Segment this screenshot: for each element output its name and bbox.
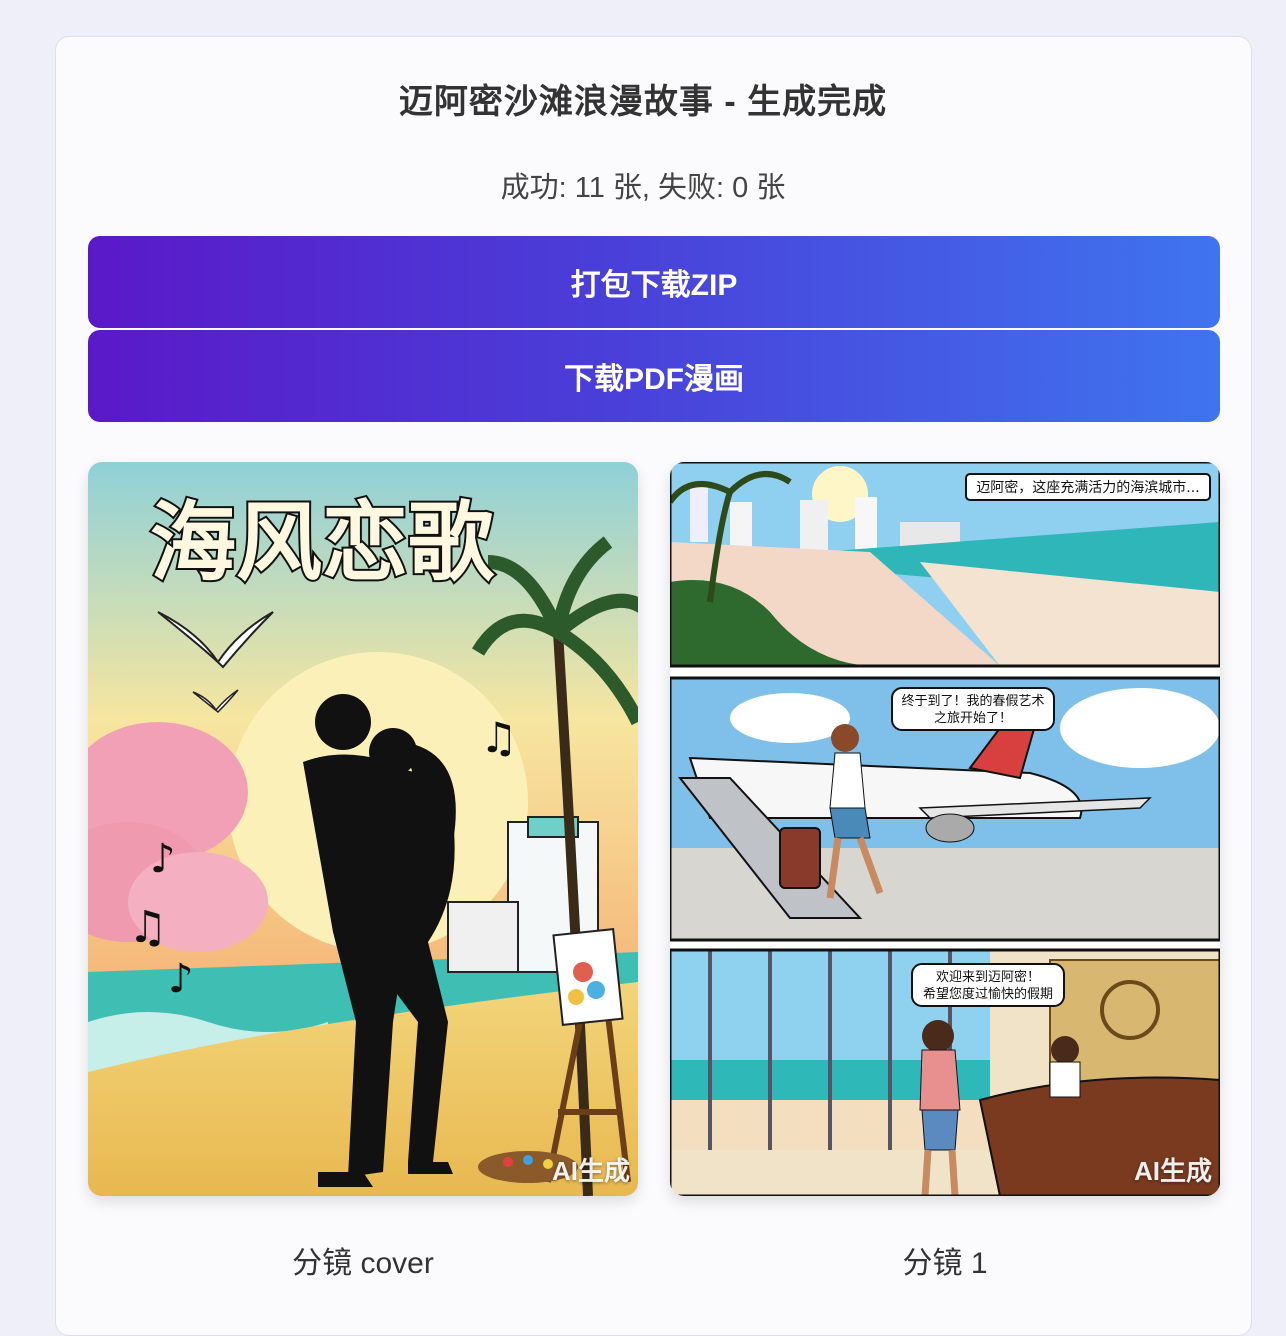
storyboard-1-image[interactable]: 迈阿密，这座充满活力的海滨城市... 终于到了！我的春假艺术 之旅开始了！ 欢迎… <box>670 462 1220 1196</box>
page-title: 迈阿密沙滩浪漫故事 - 生成完成 <box>398 83 888 121</box>
download-zip-button[interactable]: 打包下载ZIP <box>88 236 1220 328</box>
ai-generated-watermark: AI生成 <box>551 1156 630 1186</box>
panel-2-bubble-line-1: 终于到了！我的春假艺术 <box>901 693 1044 709</box>
storyboard-cover-image[interactable]: ♫ ♪ ♫ ♪ 海风恋歌 AI生成 <box>88 462 638 1196</box>
svg-text:♫: ♫ <box>128 902 167 953</box>
panel-2-bubble-line-2: 之旅开始了！ <box>934 711 1012 726</box>
storyboard-1-illustration: 迈阿密，这座充满活力的海滨城市... 终于到了！我的春假艺术 之旅开始了！ 欢迎… <box>670 462 1220 1196</box>
svg-text:♪: ♪ <box>168 956 194 1002</box>
cover-illustration: ♫ ♪ ♫ ♪ 海风恋歌 <box>88 462 638 1196</box>
panel-beach: 迈阿密，这座充满活力的海滨城市... <box>670 462 1220 668</box>
panel-airport: 终于到了！我的春假艺术 之旅开始了！ <box>670 676 1220 942</box>
ai-generated-watermark: AI生成 <box>1133 1156 1212 1186</box>
panel-1-caption: 迈阿密，这座充满活力的海滨城市... <box>976 479 1199 496</box>
storyboard-1-caption: 分镜 1 <box>902 1247 988 1280</box>
storyboard-cover-caption: 分镜 cover <box>292 1247 434 1280</box>
cover-title-text: 海风恋歌 <box>150 493 495 593</box>
svg-text:♪: ♪ <box>150 836 176 882</box>
svg-text:♫: ♫ <box>480 713 518 762</box>
panel-3-bubble-line-2: 希望您度过愉快的假期 <box>923 986 1053 1002</box>
download-pdf-button[interactable]: 下载PDF漫画 <box>88 330 1220 422</box>
panel-3-bubble-line-1: 欢迎来到迈阿密！ <box>936 969 1040 985</box>
result-summary: 成功: 11 张, 失败: 0 张 <box>500 172 786 204</box>
